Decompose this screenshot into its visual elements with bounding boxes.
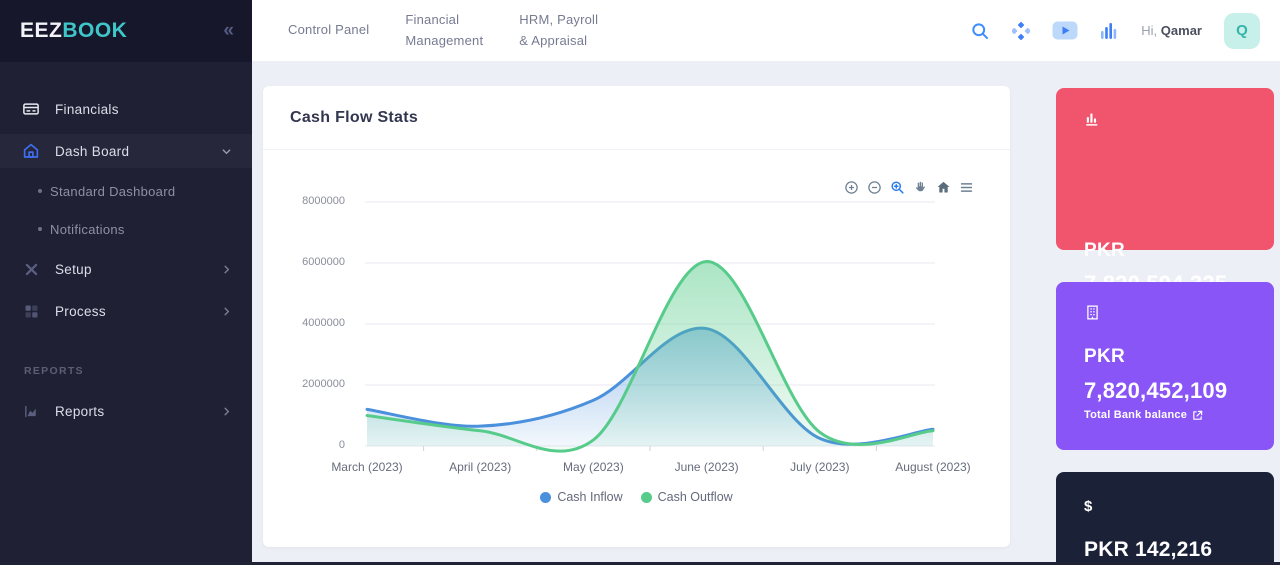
pan-hand-icon[interactable] bbox=[913, 180, 928, 195]
user-greeting: Hi, Qamar bbox=[1141, 23, 1202, 38]
cashflow-chart[interactable] bbox=[365, 200, 935, 452]
series-area-1 bbox=[367, 261, 933, 451]
legend-label: Cash Inflow bbox=[557, 490, 622, 504]
sidebar-item-reports[interactable]: Reports bbox=[0, 394, 252, 428]
credit-card-icon bbox=[22, 100, 40, 118]
sidebar-item-label: Financials bbox=[55, 102, 119, 117]
sidebar: EEZBOOK « Financials Dash Board Standard… bbox=[0, 0, 252, 565]
y-axis-label: 0 bbox=[339, 439, 345, 451]
sidebar-subitem-label: Notifications bbox=[50, 222, 125, 237]
search-icon[interactable] bbox=[970, 21, 990, 41]
stat-label-text: Total Bank balance bbox=[1084, 409, 1187, 421]
nav-control-panel[interactable]: Control Panel bbox=[288, 20, 369, 40]
sidebar-item-dashboard[interactable]: Dash Board bbox=[0, 134, 252, 168]
dollar-icon: $ bbox=[1084, 498, 1092, 515]
sidebar-item-financials[interactable]: Financials bbox=[0, 92, 252, 126]
sidebar-item-label: Dash Board bbox=[55, 144, 129, 159]
stat-card-third[interactable]: $ PKR 142,216 bbox=[1056, 472, 1274, 565]
sidebar-subitem-label: Standard Dashboard bbox=[50, 184, 175, 199]
y-axis-labels: 80000006000000400000020000000 bbox=[291, 200, 355, 450]
external-link-icon[interactable] bbox=[1192, 410, 1203, 421]
x-axis-labels: March (2023)April (2023)May (2023)June (… bbox=[365, 460, 935, 476]
x-axis-label: March (2023) bbox=[317, 460, 417, 474]
apps-diamond-icon[interactable] bbox=[1012, 22, 1030, 40]
cash-flow-card: Cash Flow Stats 8000000 6000000 4000000 200… bbox=[263, 86, 1010, 547]
sidebar-subitem-standard-dashboard[interactable]: Standard Dashboard bbox=[0, 176, 252, 206]
stat-label: Total Bank balance bbox=[1084, 409, 1203, 421]
legend-marker-icon bbox=[641, 492, 652, 503]
nav-financial-management[interactable]: Financial Management bbox=[405, 10, 483, 50]
chart-toolbar bbox=[844, 180, 974, 195]
legend-marker-icon bbox=[540, 492, 551, 503]
bar-chart-icon bbox=[1084, 110, 1101, 132]
chart-legend: Cash Inflow Cash Outflow bbox=[263, 490, 1010, 504]
sidebar-item-label: Reports bbox=[55, 404, 104, 419]
chevron-right-icon bbox=[221, 406, 232, 417]
x-axis-label: August (2023) bbox=[883, 460, 983, 474]
sidebar-item-setup[interactable]: Setup bbox=[0, 252, 252, 286]
avatar[interactable]: Q bbox=[1224, 13, 1260, 49]
sidebar-section-reports: REPORTS bbox=[24, 365, 84, 377]
legend-label: Cash Outflow bbox=[658, 490, 733, 504]
bullet-icon bbox=[38, 227, 42, 231]
sidebar-collapse-icon[interactable]: « bbox=[223, 20, 232, 42]
y-axis-label: 6000000 bbox=[302, 256, 345, 268]
area-chart-icon bbox=[22, 402, 40, 420]
x-axis-label: April (2023) bbox=[430, 460, 530, 474]
y-axis-label: 8000000 bbox=[302, 195, 345, 207]
x-axis-label: June (2023) bbox=[657, 460, 757, 474]
y-axis-label: 4000000 bbox=[302, 317, 345, 329]
tools-icon bbox=[22, 260, 40, 278]
legend-item[interactable]: Cash Outflow bbox=[641, 490, 733, 504]
logo-text-primary: EEZ bbox=[20, 19, 62, 42]
chevron-down-icon bbox=[221, 146, 232, 157]
top-right-cluster: Hi, Qamar Q bbox=[970, 13, 1260, 49]
currency-label: PKR bbox=[1084, 346, 1125, 368]
amount-value: PKR 142,216 bbox=[1084, 538, 1212, 562]
x-axis-label: July (2023) bbox=[770, 460, 870, 474]
x-axis-label: May (2023) bbox=[543, 460, 643, 474]
bullet-icon bbox=[38, 189, 42, 193]
top-nav: Control Panel Financial Management HRM, … bbox=[252, 10, 598, 50]
sidebar-subitem-notifications[interactable]: Notifications bbox=[0, 214, 252, 244]
stat-card-total-bank-cash[interactable]: PKR 7,820,594,325 Total Bank/Cash Balanc… bbox=[1056, 88, 1274, 250]
top-header: Control Panel Financial Management HRM, … bbox=[252, 0, 1280, 62]
building-icon bbox=[1084, 304, 1101, 326]
sidebar-item-process[interactable]: Process bbox=[0, 294, 252, 328]
video-tutorial-icon[interactable] bbox=[1052, 21, 1078, 40]
greeting-prefix: Hi, bbox=[1141, 23, 1157, 38]
app-logo[interactable]: EEZBOOK bbox=[20, 19, 127, 43]
zoom-in-icon[interactable] bbox=[844, 180, 859, 195]
legend-item[interactable]: Cash Inflow bbox=[540, 490, 622, 504]
y-axis-label: 2000000 bbox=[302, 378, 345, 390]
nav-hrm-payroll[interactable]: HRM, Payroll & Appraisal bbox=[519, 10, 598, 50]
sidebar-header: EEZBOOK « bbox=[0, 0, 252, 62]
amount-value: 7,820,452,109 bbox=[1084, 378, 1227, 404]
card-title: Cash Flow Stats bbox=[290, 109, 418, 127]
stat-card-total-bank-balance[interactable]: PKR 7,820,452,109 Total Bank balance bbox=[1056, 282, 1274, 450]
zoom-out-icon[interactable] bbox=[867, 180, 882, 195]
currency-label: PKR bbox=[1084, 240, 1125, 262]
chevron-right-icon bbox=[221, 264, 232, 275]
chevron-right-icon bbox=[221, 306, 232, 317]
selection-zoom-icon[interactable] bbox=[890, 180, 905, 195]
analytics-bars-icon[interactable] bbox=[1100, 21, 1119, 40]
menu-icon[interactable] bbox=[959, 180, 974, 195]
home-reset-icon[interactable] bbox=[936, 180, 951, 195]
home-icon bbox=[22, 142, 40, 160]
card-header: Cash Flow Stats bbox=[263, 86, 1010, 150]
username: Qamar bbox=[1161, 23, 1202, 38]
sidebar-item-label: Setup bbox=[55, 262, 92, 277]
grid-icon bbox=[22, 302, 40, 320]
logo-text-secondary: BOOK bbox=[62, 19, 127, 42]
sidebar-item-label: Process bbox=[55, 304, 106, 319]
